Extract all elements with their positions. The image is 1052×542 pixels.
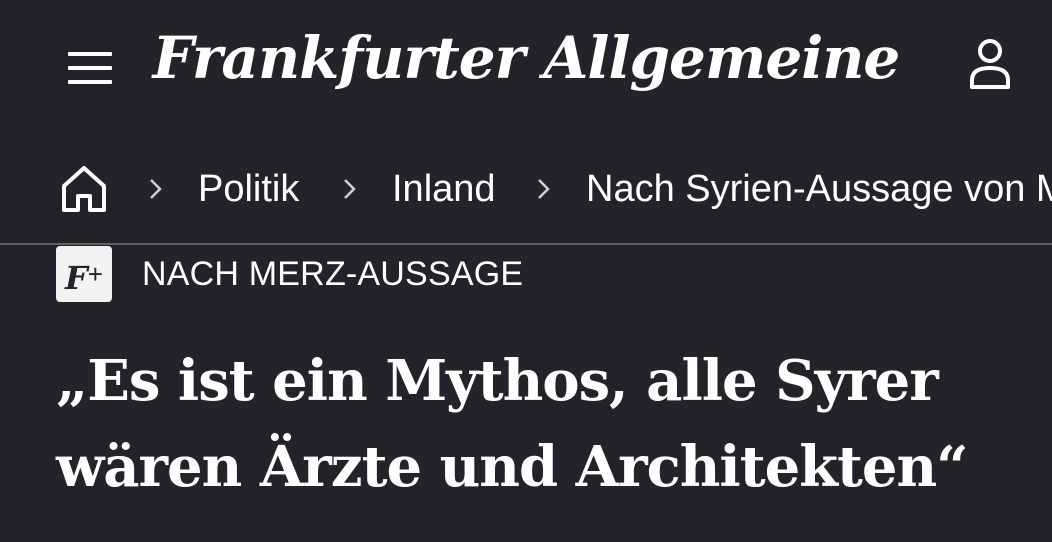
home-icon	[62, 166, 106, 212]
user-account-icon	[970, 39, 1010, 89]
chevron-right-icon	[538, 179, 550, 199]
breadcrumb: Politik Inland Nach Syrien-Aussage von M	[0, 150, 1052, 230]
account-button[interactable]	[960, 34, 1020, 94]
chevron-right-icon	[344, 179, 356, 199]
breadcrumb-item-inland[interactable]: Inland	[392, 166, 496, 212]
breadcrumb-home[interactable]	[56, 160, 112, 216]
top-bar: Frankfurter Allgemeine	[0, 0, 1052, 135]
breadcrumb-divider	[0, 243, 1052, 245]
article-headline: „Es ist ein Mythos, alle Syrer wären Ärz…	[56, 348, 968, 500]
article-kicker: NACH MERZ-AUSSAGE	[142, 255, 524, 293]
site-logo[interactable]: Frankfurter Allgemeine	[0, 24, 1052, 92]
breadcrumb-item-politik[interactable]: Politik	[198, 166, 299, 212]
fplus-badge: F+	[56, 246, 112, 302]
breadcrumb-item-current[interactable]: Nach Syrien-Aussage von M	[586, 166, 1052, 212]
chevron-right-icon	[150, 179, 162, 199]
